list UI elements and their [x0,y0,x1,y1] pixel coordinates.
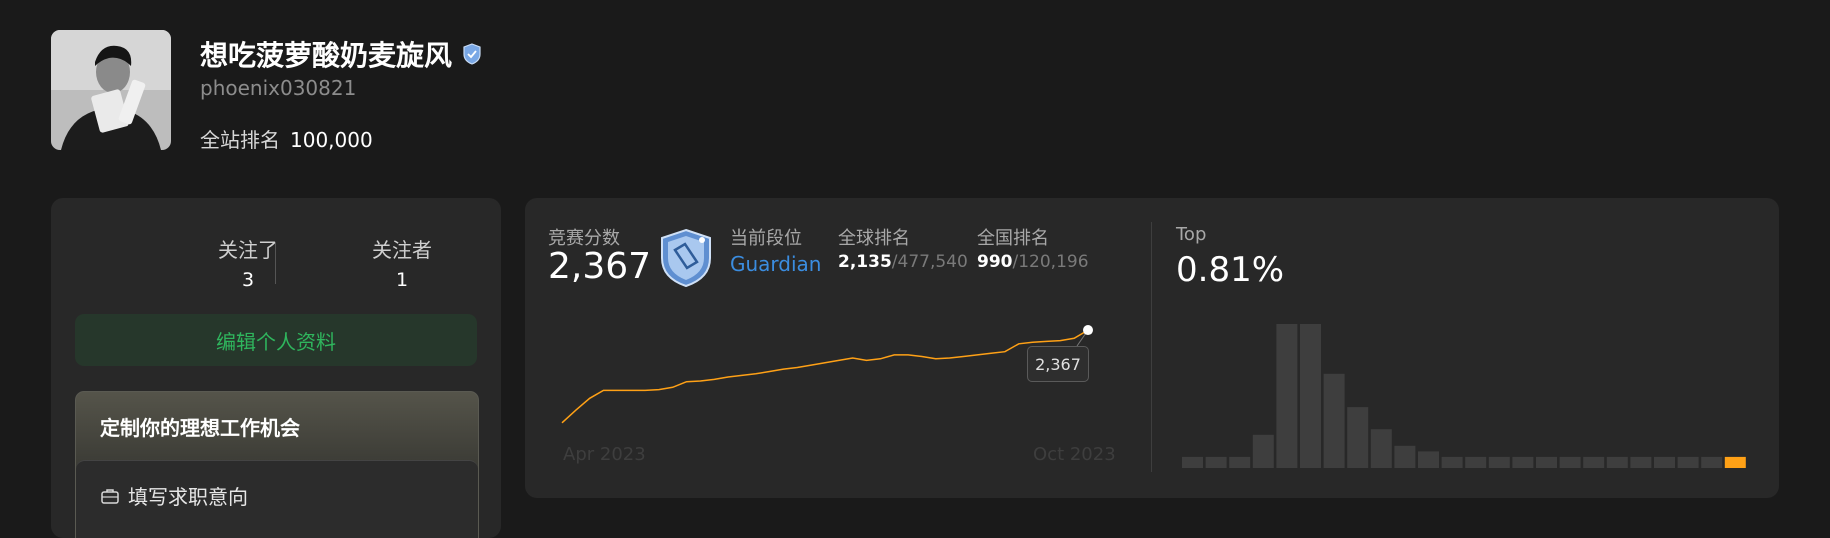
distribution-bar [1606,456,1628,468]
job-preference-card: 定制你的理想工作机会 填写求职意向 [75,391,479,538]
profile-name: 想吃菠萝酸奶麦旋风 [200,39,453,72]
profile-sidebar-card: 关注了 3 关注者 1 编辑个人资料 定制你的理想工作机会 填写求职意向 [51,198,501,538]
profile-username: phoenix030821 [200,76,357,100]
distribution-bar [1654,456,1675,468]
briefcase-icon [101,488,119,504]
distribution-bar [1583,456,1605,468]
following-label: 关注了 [218,238,278,262]
site-rank-label: 全站排名 [200,128,280,152]
distribution-bar [1323,373,1345,468]
distribution-bar [1252,434,1274,468]
job-preference-action[interactable]: 填写求职意向 [76,460,478,538]
distribution-bar [1441,456,1463,468]
distribution-bar [1512,456,1534,468]
distribution-bar [1182,456,1203,468]
verified-badge-icon [463,43,481,65]
followers-count: 1 [395,269,409,291]
distribution-bar [1229,456,1251,468]
site-rank-value: 100,000 [290,128,373,152]
distribution-bar [1370,429,1392,468]
avatar[interactable] [51,30,171,150]
following-stat[interactable]: 关注了 3 [173,234,323,291]
rank-distribution-bar-chart[interactable] [525,198,1779,498]
followers-stat[interactable]: 关注者 1 [327,234,477,291]
distribution-bar [1724,456,1746,468]
distribution-bar [1394,445,1416,468]
follow-divider [275,242,276,284]
distribution-bar [1677,456,1699,468]
distribution-bar [1276,324,1298,468]
contest-card: 竞赛分数 2,367 当前段位 Guardian 全球排名 2,135/477,… [525,198,1779,498]
distribution-bar [1536,456,1557,468]
distribution-bar [1559,456,1581,468]
distribution-bar [1205,456,1227,468]
distribution-bar [1488,456,1510,468]
followers-label: 关注者 [372,238,432,262]
following-count: 3 [241,269,255,291]
distribution-bar [1418,451,1439,468]
site-rank: 全站排名 100,000 [200,124,373,153]
edit-profile-button[interactable]: 编辑个人资料 [75,314,477,366]
distribution-bar [1465,456,1487,468]
job-action-label: 填写求职意向 [128,485,248,509]
follow-stats: 关注了 3 关注者 1 [51,234,501,291]
distribution-bar [1701,456,1723,468]
distribution-bar [1347,407,1369,468]
distribution-bar [1300,324,1321,468]
distribution-bar [1630,456,1652,468]
job-card-title: 定制你的理想工作机会 [100,416,300,440]
